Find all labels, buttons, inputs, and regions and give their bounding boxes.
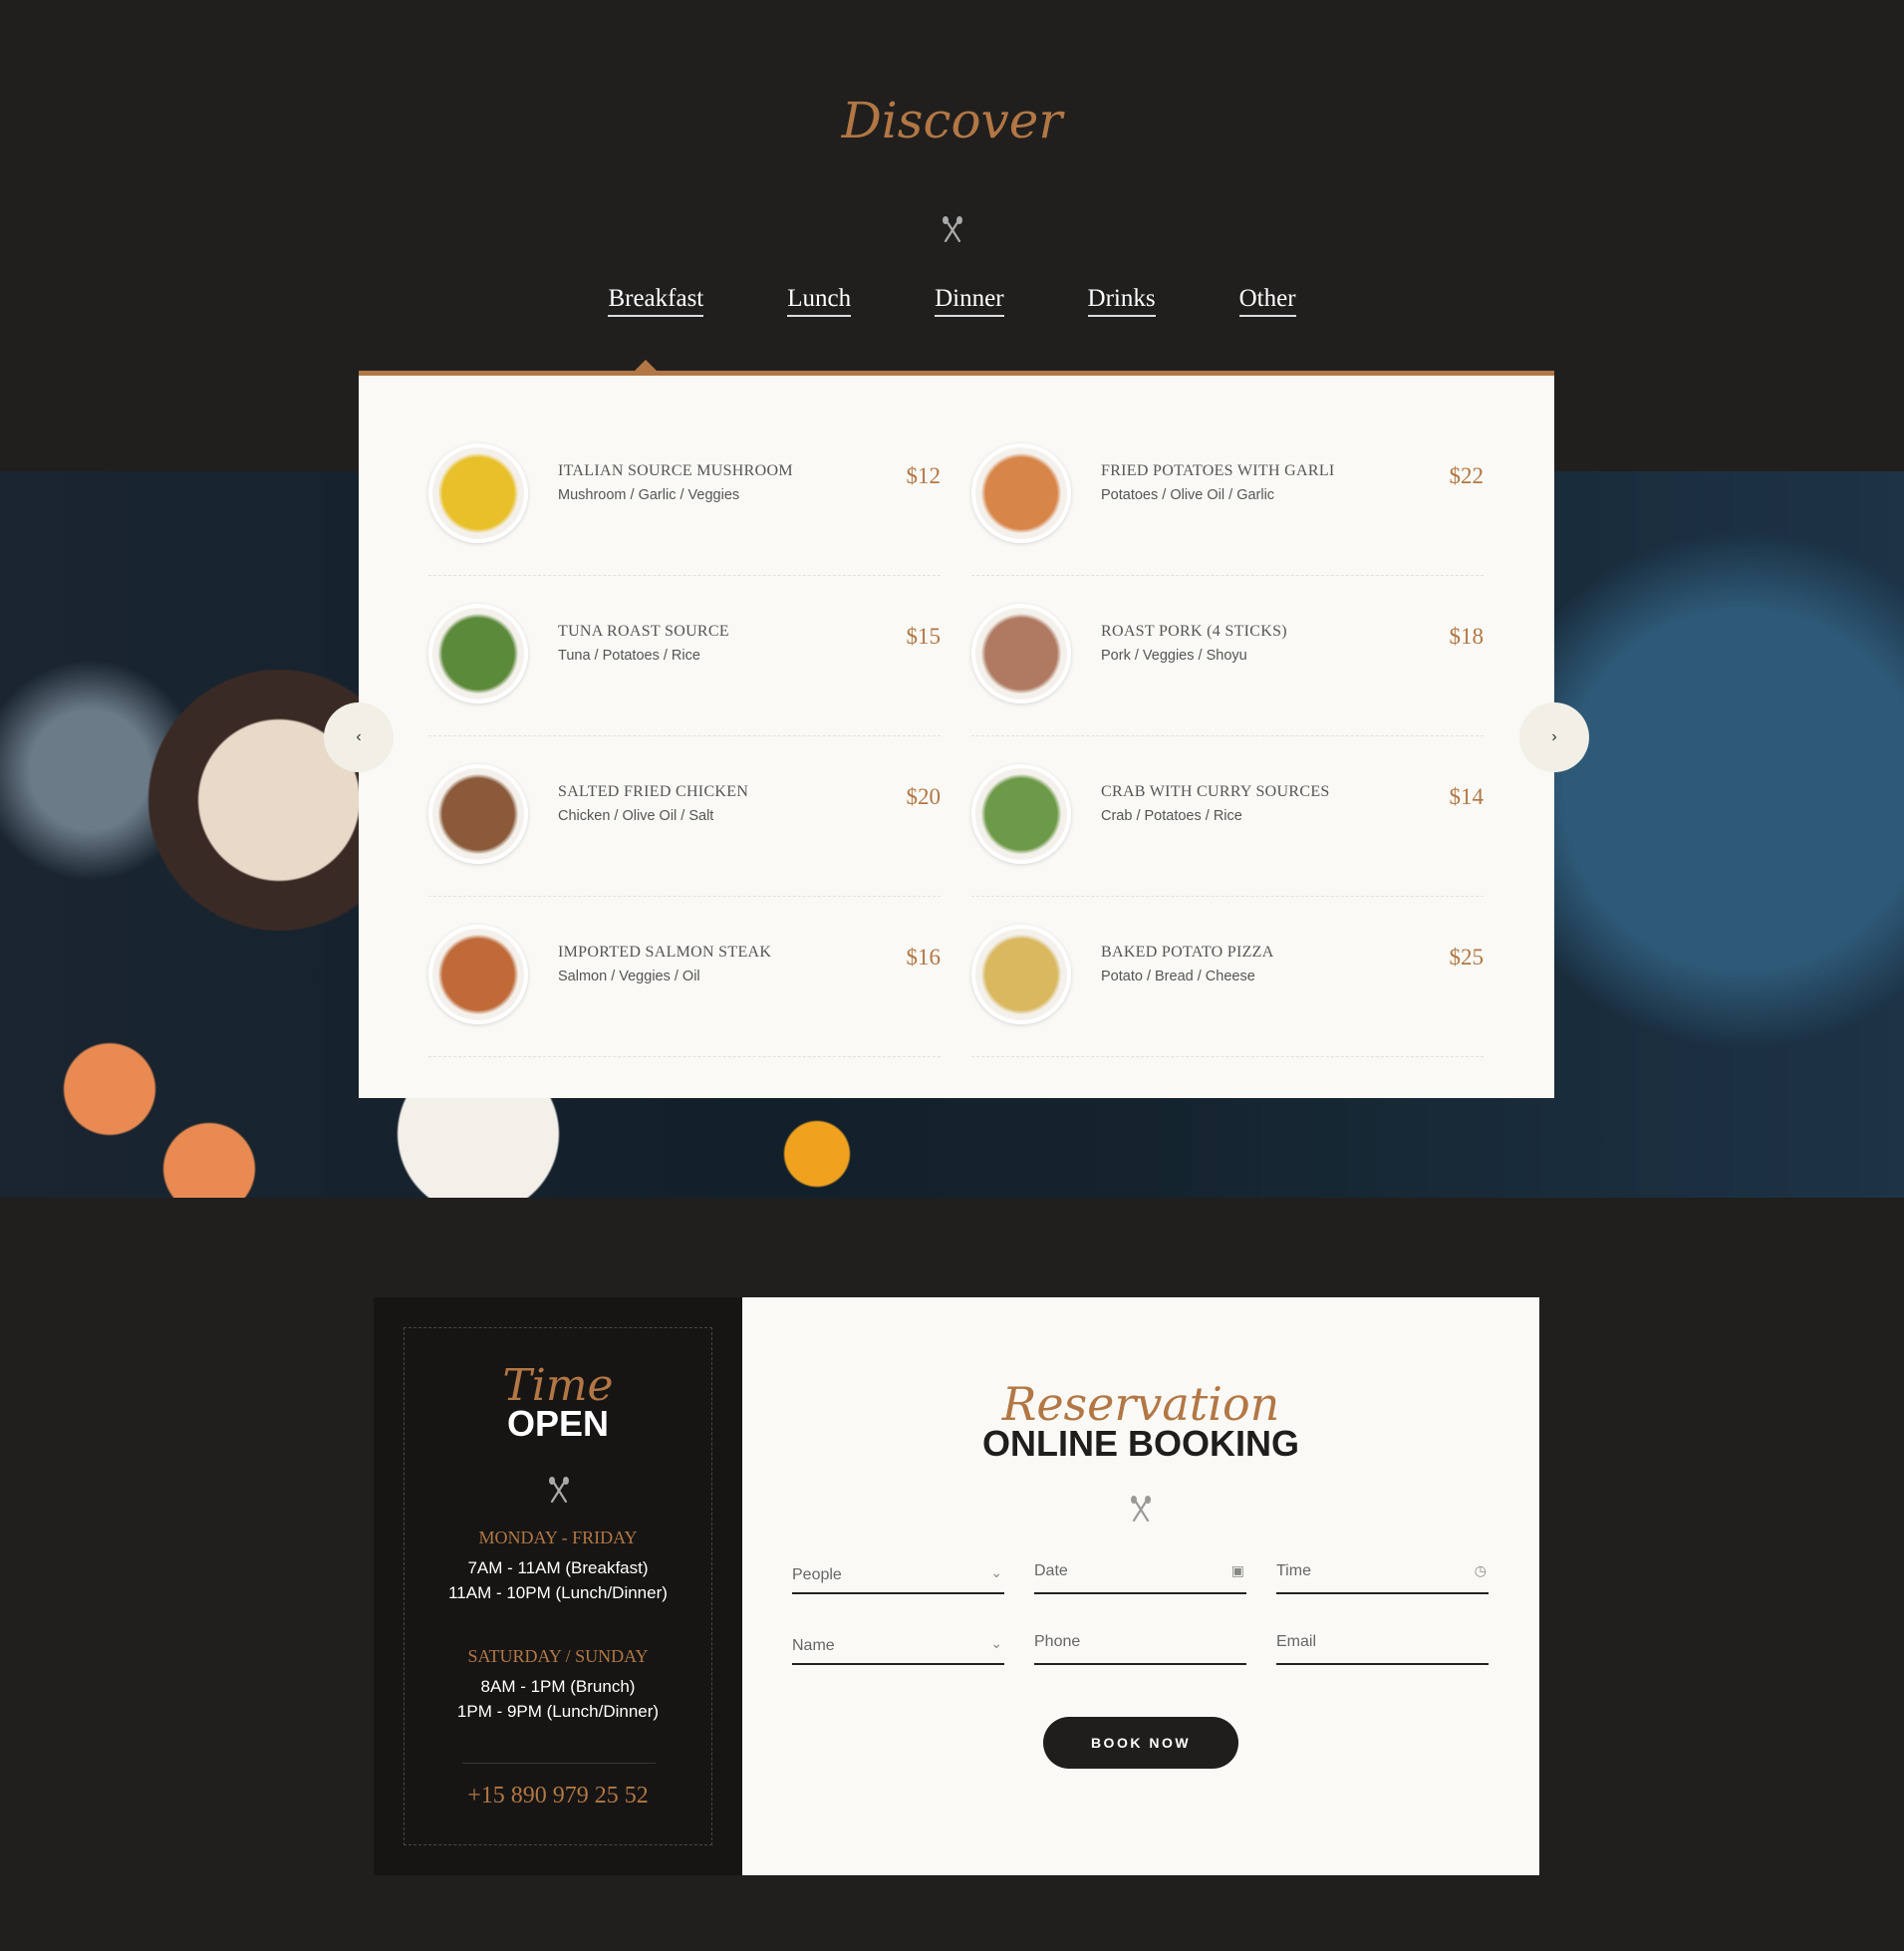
menu-item[interactable]: ITALIAN SOURCE MUSHROOM Mushroom / Garli… (428, 416, 941, 576)
booking-title: ONLINE BOOKING (981, 1423, 1299, 1464)
weekend-label: SATURDAY / SUNDAY (467, 1646, 649, 1666)
menu-tabs: Breakfast Lunch Dinner Drinks Other (0, 285, 1904, 317)
dish-name: BAKED POTATO PIZZA (1101, 944, 1274, 961)
dish-image (971, 764, 1071, 864)
menu-item[interactable]: FRIED POTATOES WITH GARLI Potatoes / Oli… (971, 416, 1484, 576)
dish-image (971, 443, 1071, 543)
tab-lunch[interactable]: Lunch (787, 285, 852, 317)
dish-name: FRIED POTATOES WITH GARLI (1101, 462, 1335, 479)
dish-ingredients: Salmon / Veggies / Oil (558, 969, 700, 984)
chevron-down-icon: ⌄ (990, 1635, 1002, 1651)
dish-name: TUNA ROAST SOURCE (558, 623, 729, 640)
booking-panel: Reservation ONLINE BOOKING People ⌄ Date ▣… (742, 1297, 1539, 1875)
people-select[interactable]: People ⌄ (792, 1548, 1004, 1594)
dish-image (971, 604, 1071, 703)
calendar-icon: ▣ (1230, 1562, 1244, 1578)
tab-breakfast[interactable]: Breakfast (608, 285, 704, 317)
dish-name: SALTED FRIED CHICKEN (558, 783, 749, 800)
hours-title: OPEN (506, 1403, 610, 1444)
dish-price: $14 (1449, 784, 1485, 809)
date-field[interactable]: Date ▣ (1034, 1548, 1246, 1594)
book-now-button[interactable]: BOOK NOW (1043, 1717, 1238, 1769)
phone-number[interactable]: +15 890 979 25 52 (405, 1783, 711, 1810)
cutlery-icon (943, 216, 962, 243)
dish-price: $22 (1449, 463, 1485, 488)
dish-image (428, 764, 528, 864)
weekday-hours: 11AM - 10PM (Lunch/Dinner) (448, 1583, 668, 1602)
menu-item[interactable]: SALTED FRIED CHICKEN Chicken / Olive Oil… (428, 736, 941, 897)
weekday-hours: 7AM - 11AM (Breakfast) (467, 1558, 649, 1577)
dish-ingredients: Mushroom / Garlic / Veggies (558, 487, 740, 503)
tab-dinner[interactable]: Dinner (935, 285, 1004, 317)
menu-item[interactable]: CRAB WITH CURRY SOURCES Crab / Potatoes … (971, 736, 1484, 897)
dish-ingredients: Chicken / Olive Oil / Salt (558, 808, 714, 824)
dish-ingredients: Pork / Veggies / Shoyu (1101, 648, 1247, 664)
weekday-label: MONDAY - FRIDAY (478, 1528, 638, 1547)
dish-ingredients: Crab / Potatoes / Rice (1101, 808, 1242, 824)
time-field[interactable]: Time ◷ (1276, 1548, 1489, 1594)
cutlery-icon (1131, 1496, 1151, 1523)
menu-item[interactable]: ROAST PORK (4 STICKS) Pork / Veggies / S… (971, 576, 1484, 736)
name-select[interactable]: Name ⌄ (792, 1619, 1004, 1665)
dish-ingredients: Tuna / Potatoes / Rice (558, 648, 700, 664)
dish-image (428, 443, 528, 543)
weekend-hours: 8AM - 1PM (Brunch) (480, 1677, 636, 1696)
menu-item[interactable]: BAKED POTATO PIZZA Potato / Bread / Chee… (971, 897, 1484, 1057)
chevron-down-icon: ⌄ (990, 1564, 1002, 1580)
menu-item[interactable]: TUNA ROAST SOURCE Tuna / Potatoes / Rice… (428, 576, 941, 736)
dish-price: $15 (906, 624, 942, 649)
divider (462, 1763, 656, 1764)
phone-field[interactable]: Phone (1034, 1619, 1246, 1665)
tab-other[interactable]: Other (1238, 285, 1296, 317)
dish-name: ITALIAN SOURCE MUSHROOM (558, 462, 793, 479)
dish-name: CRAB WITH CURRY SOURCES (1101, 783, 1330, 800)
weekend-hours: 1PM - 9PM (Lunch/Dinner) (456, 1702, 660, 1721)
carousel-prev-button[interactable]: ‹ (324, 702, 394, 772)
dish-image (428, 604, 528, 703)
carousel-next-button[interactable]: › (1519, 702, 1589, 772)
dish-ingredients: Potatoes / Olive Oil / Garlic (1101, 487, 1275, 503)
dish-price: $25 (1449, 945, 1485, 970)
cutlery-icon (549, 1477, 569, 1504)
dish-price: $18 (1449, 624, 1485, 649)
dish-image (971, 925, 1071, 1024)
clock-icon: ◷ (1474, 1562, 1487, 1578)
section-title: Discover (841, 92, 1063, 149)
dish-ingredients: Potato / Bread / Cheese (1101, 969, 1255, 984)
menu-item[interactable]: IMPORTED SALMON STEAK Salmon / Veggies /… (428, 897, 941, 1057)
opening-hours-panel: Time OPEN MONDAY - FRIDAY 7AM - 11AM (Br… (374, 1297, 742, 1875)
dish-name: IMPORTED SALMON STEAK (558, 944, 772, 961)
dish-image (428, 925, 528, 1024)
dish-name: ROAST PORK (4 STICKS) (1101, 623, 1287, 640)
tab-drinks[interactable]: Drinks (1087, 285, 1156, 317)
dish-price: $16 (906, 945, 942, 970)
dish-price: $12 (906, 463, 942, 488)
email-field[interactable]: Email (1276, 1619, 1489, 1665)
dish-price: $20 (906, 784, 942, 809)
